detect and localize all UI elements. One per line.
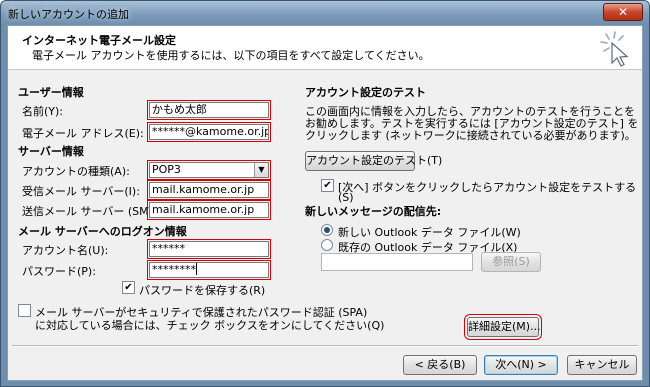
incoming-server-label: 受信メール サーバー(I): bbox=[22, 185, 140, 198]
cursor-sparkle-icon bbox=[600, 31, 629, 67]
account-name-field[interactable]: ****** bbox=[147, 239, 271, 259]
name-label: 名前(Y): bbox=[22, 105, 64, 118]
spa-checkbox[interactable] bbox=[18, 304, 31, 317]
spa-label-line2[interactable]: に対応している場合には、チェック ボックスをオンにしてください(Q) bbox=[35, 317, 384, 333]
existing-data-file-radio[interactable] bbox=[321, 239, 333, 251]
data-file-path-field[interactable] bbox=[321, 253, 473, 271]
server-info-heading: サーバー情報 bbox=[18, 145, 84, 158]
auto-test-checkbox[interactable]: ✔ bbox=[321, 179, 334, 192]
test-heading: アカウント設定のテスト bbox=[305, 86, 426, 99]
email-field[interactable]: ******@kamome.or.jp bbox=[147, 122, 271, 142]
password-value: ******** bbox=[152, 263, 196, 276]
window-title: 新しいアカウントの追加 bbox=[8, 8, 129, 21]
save-password-checkbox[interactable]: ✔ bbox=[122, 281, 135, 294]
dialog-body: インターネット電子メール設定 電子メール アカウントを使用するには、以下の項目を… bbox=[7, 25, 643, 381]
user-info-heading: ユーザー情報 bbox=[18, 86, 84, 99]
outgoing-server-field[interactable]: mail.kamome.or.jp bbox=[147, 200, 271, 220]
text-caret bbox=[196, 263, 197, 275]
browse-button[interactable]: 参照(S) bbox=[481, 252, 541, 272]
incoming-server-field[interactable]: mail.kamome.or.jp bbox=[147, 180, 271, 200]
header-title: インターネット電子メール設定 bbox=[22, 34, 176, 47]
account-type-select[interactable]: POP3 ▼ bbox=[147, 160, 271, 180]
save-password-label[interactable]: パスワードを保存する(R) bbox=[139, 282, 265, 298]
name-field[interactable]: かもめ太郎 bbox=[147, 100, 271, 120]
account-type-value: POP3 bbox=[152, 163, 181, 176]
title-bar[interactable]: 新しいアカウントの追加 ✕ bbox=[1, 1, 649, 25]
close-button[interactable]: ✕ bbox=[603, 3, 643, 21]
account-type-label: アカウントの種類(A): bbox=[22, 165, 130, 178]
cancel-button[interactable]: キャンセル bbox=[567, 355, 637, 375]
password-label: パスワード(P): bbox=[22, 265, 96, 278]
email-label: 電子メール アドレス(E): bbox=[22, 127, 144, 140]
new-data-file-radio[interactable] bbox=[321, 224, 333, 236]
wizard-header: インターネット電子メール設定 電子メール アカウントを使用するには、以下の項目を… bbox=[8, 26, 642, 70]
account-name-label: アカウント名(U): bbox=[22, 244, 109, 257]
logon-info-heading: メール サーバーへのログオン情報 bbox=[18, 225, 187, 238]
test-description-line3: クリックします (ネットワークに接続されている必要があります)。 bbox=[305, 129, 636, 142]
add-account-dialog: 新しいアカウントの追加 ✕ インターネット電子メール設定 電子メール アカウント… bbox=[0, 0, 650, 387]
delivery-heading: 新しいメッセージの配信先: bbox=[305, 205, 442, 218]
next-button[interactable]: 次へ(N) > bbox=[484, 355, 558, 375]
auto-test-label-line1[interactable]: [次へ] ボタンをクリックしたらアカウント設定をテストする bbox=[338, 179, 636, 195]
back-button[interactable]: < 戻る(B) bbox=[403, 355, 477, 375]
password-field[interactable]: ******** bbox=[147, 260, 271, 280]
header-description: 電子メール アカウントを使用するには、以下の項目をすべて設定してください。 bbox=[32, 49, 430, 62]
new-data-file-label[interactable]: 新しい Outlook データ ファイル(W) bbox=[338, 224, 521, 240]
advanced-settings-button[interactable]: 詳細設定(M)... bbox=[464, 314, 542, 340]
chevron-down-icon[interactable]: ▼ bbox=[254, 163, 268, 177]
footer-separator bbox=[12, 345, 638, 347]
test-account-button[interactable]: アカウント設定のテスト(T) bbox=[305, 151, 442, 171]
